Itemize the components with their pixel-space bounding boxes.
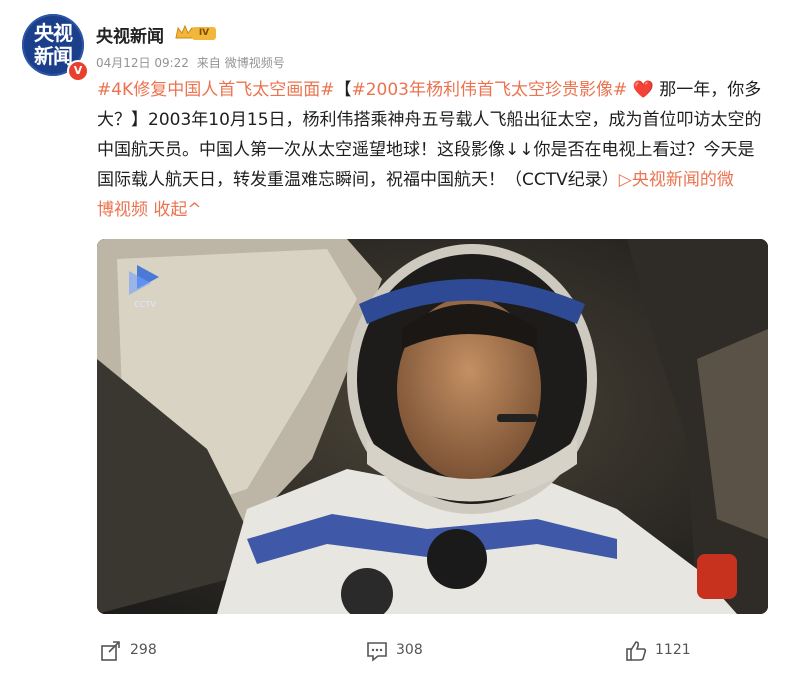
thumbs-up-icon	[626, 641, 647, 661]
heart-icon: ❤️	[632, 80, 654, 100]
post-date: 04月12日 09:22	[96, 56, 189, 70]
bracket-open: 【	[334, 80, 352, 100]
like-count: 1121	[655, 642, 691, 658]
level-badge: IV	[174, 24, 218, 42]
verified-icon: V	[67, 60, 89, 82]
post-header: 央视 新闻 V 央视新闻 IV 04月12日 09:22 来自 微博视频号	[22, 14, 782, 82]
post-body: #4K修复中国人首飞太空画面#【#2003年杨利伟首飞太空珍贵影像# ❤️ 那一…	[97, 75, 777, 225]
watermark-label: CCTV	[134, 300, 156, 309]
topic-link-4k[interactable]: #4K修复中国人首飞太空画面#	[97, 80, 334, 100]
collapse-button[interactable]: 收起^	[153, 200, 201, 220]
video-frame-illustration	[97, 239, 768, 614]
post-line-1-tail: 那一年，你多	[659, 80, 762, 100]
repost-icon	[101, 641, 120, 661]
level-label: IV	[192, 27, 216, 40]
repost-count: 298	[130, 642, 157, 658]
post-meta: 04月12日 09:22 来自 微博视频号	[96, 54, 289, 71]
action-bar: 298 308 1121	[0, 630, 800, 673]
video-player[interactable]: CCTV	[97, 239, 768, 614]
post-line-3: 中国航天员。中国人第一次从太空遥望地球！这段影像↓↓你是否在电视上看过？今天是	[97, 140, 755, 160]
video-channel-link[interactable]: ▷央视新闻的微	[619, 170, 734, 190]
avatar-logo-text: 央视 新闻	[30, 22, 76, 68]
play-watermark-icon: CCTV	[129, 265, 159, 309]
avatar-line-1: 央视	[34, 22, 73, 45]
post-line-4: 国际载人航天日，转发重温难忘瞬间，祝福中国航天！（CCTV纪录）▷央视新闻的微	[97, 165, 777, 195]
source-prefix: 来自	[196, 56, 221, 70]
account-name[interactable]: 央视新闻	[96, 22, 164, 47]
post-line-2: 大？】2003年10月15日，杨利伟搭乘神舟五号载人飞船出征太空，成为首位叩访太…	[97, 110, 762, 130]
comment-icon	[367, 642, 387, 662]
comment-count: 308	[396, 642, 423, 658]
topic-link-2003[interactable]: #2003年杨利伟首飞太空珍贵影像#	[351, 80, 627, 100]
source-link[interactable]: 微博视频号	[225, 56, 285, 70]
video-channel-link-cont[interactable]: 博视频	[97, 200, 148, 220]
post-line-4-text: 国际载人航天日，转发重温难忘瞬间，祝福中国航天！（CCTV纪录）	[97, 170, 619, 190]
post-line-5: 博视频 收起^	[97, 195, 777, 225]
post-line-1: #4K修复中国人首飞太空画面#【#2003年杨利伟首飞太空珍贵影像# ❤️ 那一…	[97, 75, 777, 105]
